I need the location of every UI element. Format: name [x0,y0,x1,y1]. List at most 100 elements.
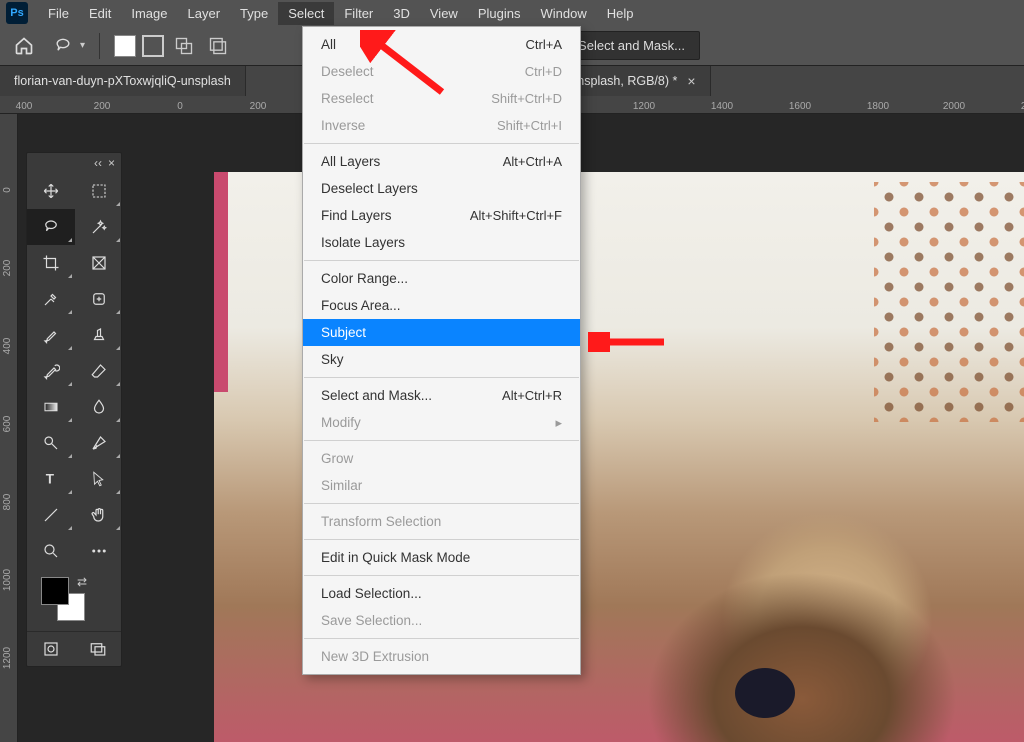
hand-tool[interactable] [75,497,123,533]
menu-file[interactable]: File [38,2,79,25]
new-selection-icon[interactable] [114,35,136,57]
quick-mask-toggle[interactable] [27,632,74,666]
menu-item-label: Focus Area... [321,298,401,313]
color-swatches[interactable]: ⇄ [41,577,85,621]
menu-item-label: Transform Selection [321,514,441,529]
menu-item-new-3d-extrusion: New 3D Extrusion [303,643,580,670]
history-brush-tool[interactable] [27,353,75,389]
path-selection-tool[interactable] [75,461,123,497]
menu-item-label: Save Selection... [321,613,422,628]
menu-item-deselect-layers[interactable]: Deselect Layers [303,175,580,202]
screen-mode-toggle[interactable] [74,632,121,666]
menu-item-label: Isolate Layers [321,235,405,250]
menu-item-select-and-mask[interactable]: Select and Mask... Alt+Ctrl+R [303,382,580,409]
menu-item-label: Load Selection... [321,586,422,601]
crop-tool[interactable] [27,245,75,281]
intersect-selection-icon[interactable] [204,32,232,60]
brush-tool[interactable] [27,317,75,353]
menu-item-shortcut: Alt+Shift+Ctrl+F [470,208,562,223]
eraser-tool[interactable] [75,353,123,389]
menu-item-shortcut: Alt+Ctrl+R [502,388,562,403]
menu-item-inverse: Inverse Shift+Ctrl+I [303,112,580,139]
document-tab-title: florian-van-duyn-pXToxwjqliQ-unsplash [14,74,231,88]
healing-brush-tool[interactable] [75,281,123,317]
annotation-arrow [588,332,668,352]
select-menu-dropdown: AllCtrl+ADeselectCtrl+DReselectShift+Ctr… [302,26,581,675]
pen-tool[interactable] [75,425,123,461]
menu-separator [304,575,579,576]
clone-stamp-tool[interactable] [75,317,123,353]
menu-item-shortcut: Ctrl+A [526,37,562,52]
menu-help[interactable]: Help [597,2,644,25]
chevron-down-icon[interactable]: ▾ [80,40,85,51]
menu-item-label: Color Range... [321,271,408,286]
menu-image[interactable]: Image [121,2,177,25]
magic-wand-tool[interactable] [75,209,123,245]
menu-item-grow: Grow [303,445,580,472]
menu-item-shortcut: Ctrl+D [525,64,562,79]
menu-item-label: Sky [321,352,344,367]
gradient-tool[interactable] [27,389,75,425]
move-tool[interactable] [27,173,75,209]
menu-item-isolate-layers[interactable]: Isolate Layers [303,229,580,256]
document-tab[interactable]: florian-van-duyn-pXToxwjqliQ-unsplash [0,66,246,96]
eyedropper-tool[interactable] [27,281,75,317]
menu-item-label: All [321,37,336,52]
menu-item-label: Edit in Quick Mask Mode [321,550,470,565]
collapse-icon[interactable]: ‹‹ [94,156,102,170]
lasso-tool[interactable] [27,209,75,245]
menu-item-label: Grow [321,451,353,466]
svg-text:T: T [46,472,55,487]
menu-item-label: Similar [321,478,362,493]
menu-item-label: Select and Mask... [321,388,432,403]
blur-tool[interactable] [75,389,123,425]
frame-tool[interactable] [75,245,123,281]
swap-colors-icon[interactable]: ⇄ [77,575,87,589]
menu-item-modify: Modify▸ [303,409,580,436]
menu-item-load-selection[interactable]: Load Selection... [303,580,580,607]
rect-marquee-tool[interactable] [75,173,123,209]
line-tool[interactable] [27,497,75,533]
menu-item-find-layers[interactable]: Find LayersAlt+Shift+Ctrl+F [303,202,580,229]
menu-view[interactable]: View [420,2,468,25]
menu-plugins[interactable]: Plugins [468,2,531,25]
close-icon[interactable]: × [687,73,695,89]
annotation-arrow [360,30,450,100]
type-tool[interactable]: T [27,461,75,497]
menu-item-subject[interactable]: Subject [303,319,580,346]
menu-item-sky[interactable]: Sky [303,346,580,373]
menu-item-edit-in-quick-mask-mode[interactable]: Edit in Quick Mask Mode [303,544,580,571]
menu-item-shortcut: Alt+Ctrl+A [503,154,562,169]
home-icon[interactable] [10,32,38,60]
menu-item-label: All Layers [321,154,380,169]
menu-separator [304,503,579,504]
menu-layer[interactable]: Layer [178,2,231,25]
menu-item-shortcut: ▸ [555,415,562,431]
menu-item-label: New 3D Extrusion [321,649,429,664]
close-icon[interactable]: × [108,156,115,170]
foreground-color-swatch[interactable] [41,577,69,605]
menu-window[interactable]: Window [530,2,596,25]
menu-type[interactable]: Type [230,2,278,25]
select-and-mask-button[interactable]: Select and Mask... [563,31,700,60]
zoom-tool[interactable] [27,533,75,569]
menu-item-similar: Similar [303,472,580,499]
menu-edit[interactable]: Edit [79,2,121,25]
app-logo: Ps [6,2,28,24]
menu-separator [304,377,579,378]
menu-item-shortcut: Shift+Ctrl+I [497,118,562,133]
dodge-tool[interactable] [27,425,75,461]
subtract-from-selection-icon[interactable] [170,32,198,60]
edit-toolbar[interactable] [75,533,123,569]
menu-item-all-layers[interactable]: All Layers Alt+Ctrl+A [303,148,580,175]
add-to-selection-icon[interactable] [142,35,164,57]
menu-separator [304,440,579,441]
menu-item-label: Inverse [321,118,365,133]
menu-item-focus-area[interactable]: Focus Area... [303,292,580,319]
menu-separator [304,143,579,144]
menu-item-color-range[interactable]: Color Range... [303,265,580,292]
menu-filter[interactable]: Filter [334,2,383,25]
menu-separator [304,539,579,540]
menu-select[interactable]: Select [278,2,334,25]
menu-3d[interactable]: 3D [383,2,420,25]
